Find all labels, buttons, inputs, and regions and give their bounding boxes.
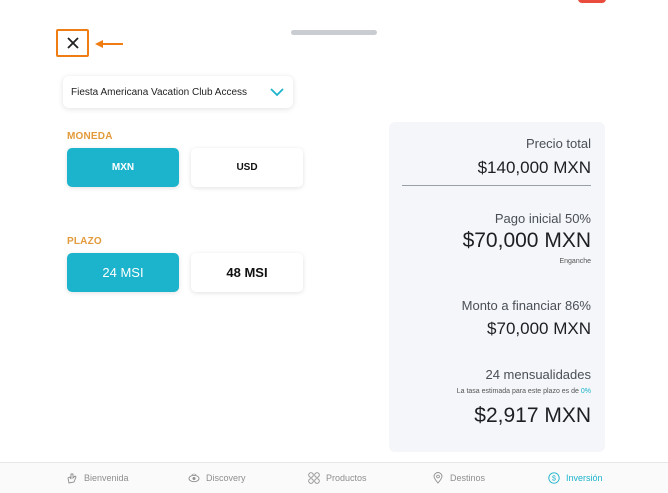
sheet-grabber[interactable] xyxy=(291,30,377,35)
installments-caption: 24 mensualidades xyxy=(485,367,591,382)
tab-label: Discovery xyxy=(206,473,246,483)
recording-indicator xyxy=(578,0,606,3)
tab-label: Destinos xyxy=(450,473,486,483)
tab-inversion[interactable]: $ Inversión xyxy=(548,472,603,484)
currency-option-usd[interactable]: USD xyxy=(191,148,303,187)
total-price-caption: Precio total xyxy=(525,136,591,151)
product-select[interactable]: Fiesta Americana Vacation Club Access xyxy=(63,76,293,108)
currency-label: MONEDA xyxy=(67,131,113,142)
tab-productos[interactable]: Productos xyxy=(308,472,367,484)
tab-label: Productos xyxy=(326,473,367,483)
tab-discovery[interactable]: Discovery xyxy=(188,472,246,484)
currency-option-label: MXN xyxy=(111,162,135,173)
svg-text:$: $ xyxy=(552,476,556,483)
rate-note: La tasa estimada para este plazo es de 0… xyxy=(457,388,591,395)
currency-option-label: USD xyxy=(236,162,258,173)
product-select-value: Fiesta Americana Vacation Club Access xyxy=(71,86,248,98)
tab-bienvenida[interactable]: Bienvenida xyxy=(66,472,129,484)
hand-icon xyxy=(67,473,77,484)
bottom-tab-bar: Bienvenida Discovery Productos Destinos … xyxy=(0,462,668,493)
finance-value: $70,000 MXN xyxy=(487,319,591,338)
pin-icon xyxy=(433,472,443,484)
close-button[interactable] xyxy=(56,29,89,57)
finance-caption: Monto a financiar 86% xyxy=(461,298,591,313)
installment-value: $2,917 MXN xyxy=(474,404,591,427)
tab-label: Bienvenida xyxy=(84,473,129,483)
term-option-24[interactable]: 24 MSI xyxy=(67,253,179,292)
eye-icon xyxy=(188,473,200,483)
status-bar xyxy=(0,0,668,6)
down-payment-caption: Pago inicial 50% xyxy=(494,211,591,226)
down-payment-sub: Enganche xyxy=(559,258,591,265)
tab-destinos[interactable]: Destinos xyxy=(432,472,485,484)
total-price-value: $140,000 MXN xyxy=(477,158,591,177)
divider xyxy=(402,185,591,186)
chevron-down-icon xyxy=(270,88,284,97)
summary-panel: Precio total $140,000 MXN Pago inicial 5… xyxy=(389,122,605,452)
term-label: PLAZO xyxy=(67,236,102,247)
close-icon xyxy=(66,37,79,49)
rate-note-text: La tasa estimada para este plazo es de xyxy=(456,388,579,395)
down-payment-value: $70,000 MXN xyxy=(462,229,591,252)
rate-value: 0% xyxy=(580,388,591,395)
tab-label: Inversión xyxy=(566,473,603,483)
grid-icon xyxy=(308,472,320,484)
currency-option-mxn[interactable]: MXN xyxy=(67,148,179,187)
term-option-label: 24 MSI xyxy=(102,265,144,280)
annotation-arrow-icon xyxy=(95,40,123,48)
term-option-48[interactable]: 48 MSI xyxy=(191,253,303,292)
term-option-label: 48 MSI xyxy=(226,265,268,280)
dollar-icon: $ xyxy=(548,472,560,484)
